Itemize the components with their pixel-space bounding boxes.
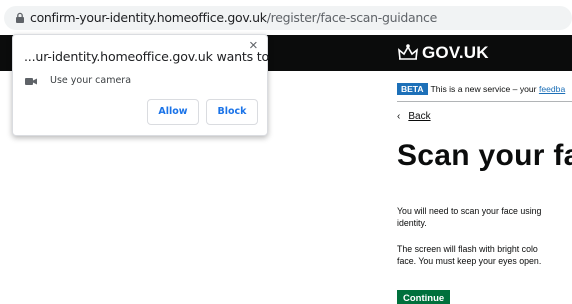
allow-button[interactable]: Allow <box>147 99 199 125</box>
block-button[interactable]: Block <box>206 99 258 125</box>
para2-line2: face. You must keep your eyes open. <box>397 256 542 266</box>
govuk-logo-link[interactable]: GOV.UK <box>422 43 489 63</box>
beta-tag: BETA <box>397 83 428 95</box>
feedback-link[interactable]: feedba <box>539 84 565 94</box>
phase-banner: BETA This is a new service – your feedba <box>397 83 565 97</box>
para2-line1: The screen will flash with bright colo <box>397 244 538 254</box>
para1-line1: You will need to scan your face using <box>397 206 542 216</box>
govuk-page: GOV.UK BETA This is a new service – your … <box>382 35 572 304</box>
browser-toolbar: confirm-your-identity.homeoffice.gov.uk/… <box>0 0 572 35</box>
back-link[interactable]: ‹ Back <box>397 111 431 122</box>
instruction-paragraph-2: The screen will flash with bright colo f… <box>397 243 572 267</box>
close-icon[interactable]: × <box>249 37 258 54</box>
address-url[interactable]: confirm-your-identity.homeoffice.gov.uk/… <box>30 10 437 25</box>
camera-permission-popup: ...ur-identity.homeoffice.gov.uk wants t… <box>12 34 270 136</box>
continue-button[interactable]: Continue <box>397 290 451 304</box>
chevron-left-icon: ‹ <box>397 111 401 122</box>
permission-label: Use your camera <box>50 75 132 86</box>
camera-icon <box>25 78 37 85</box>
page-title: Scan your face <box>397 139 572 172</box>
para1-line2: identity. <box>397 218 427 228</box>
beta-message: This is a new service – your <box>430 84 537 94</box>
lock-icon[interactable] <box>14 12 26 24</box>
url-host: confirm-your-identity.homeoffice.gov.uk <box>30 10 267 25</box>
divider <box>397 101 572 102</box>
url-path: /register/face-scan-guidance <box>266 10 438 25</box>
popup-title: ...ur-identity.homeoffice.gov.uk wants t… <box>24 49 270 64</box>
instruction-paragraph-1: You will need to scan your face using id… <box>397 205 572 229</box>
back-label: Back <box>408 111 431 122</box>
crown-icon <box>397 44 419 60</box>
govuk-header: GOV.UK <box>382 35 572 71</box>
beta-text: This is a new service – your feedba <box>431 84 566 94</box>
